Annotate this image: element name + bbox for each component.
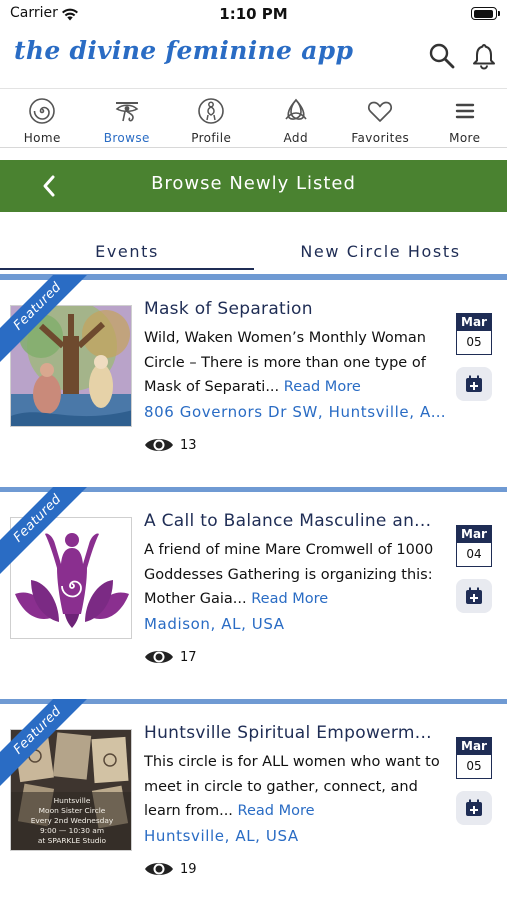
event-title[interactable]: Huntsville Spiritual Empowerm... [144,723,446,743]
event-card[interactable]: Featured Mask of Separation Wild, Waken … [0,275,507,487]
status-bar: Carrier 1:10 PM [0,0,507,28]
event-description: A friend of mine Mare Cromwell of 1000 G… [144,538,446,612]
views-count: 17 [180,650,197,665]
page-title: Browse Newly Listed [151,173,356,194]
add-to-calendar-button[interactable] [456,791,492,825]
add-to-calendar-button[interactable] [456,579,492,613]
event-description: Wild, Waken Women’s Monthly Woman Circle… [144,326,446,400]
nav-label-favorites: Favorites [351,131,410,145]
app-header: the divine feminine app [0,28,507,86]
nav-label-add: Add [283,131,308,145]
nav-home[interactable]: Home [0,89,85,147]
event-card[interactable]: Huntsville Moon Sister Circle Every 2nd … [0,699,507,900]
battery-icon [471,7,500,20]
date-month: Mar [456,525,492,543]
views-count: 19 [180,862,197,877]
thumbnail-caption-line: Moon Sister Circle [38,806,106,815]
search-icon[interactable] [428,42,456,70]
nav-more[interactable]: More [423,89,507,147]
app-title: the divine feminine app [14,36,354,65]
nav-label-profile: Profile [191,131,232,145]
nav-favorites[interactable]: Favorites [338,89,423,147]
read-more-link[interactable]: Read More [284,379,361,395]
add-to-calendar-button[interactable] [456,367,492,401]
date-badge: Mar 05 [456,313,492,355]
date-month: Mar [456,313,492,331]
read-more-link[interactable]: Read More [238,803,315,819]
nav-profile[interactable]: Profile [169,89,254,147]
date-badge: Mar 05 [456,737,492,779]
event-location[interactable]: Madison, AL, USA [144,615,446,633]
eye-icon [144,435,174,459]
nav-label-more: More [449,131,481,145]
views-count: 13 [180,438,197,453]
nav-label-home: Home [23,131,61,145]
eye-icon [144,859,174,883]
event-description: This circle is for ALL women who want to… [144,750,446,824]
bell-icon[interactable] [470,42,498,70]
thumbnail-caption-line: Huntsville [53,796,91,805]
date-day: 05 [456,755,492,779]
read-more-link[interactable]: Read More [251,591,328,607]
event-card[interactable]: Featured A Call to Balance Masculine an.… [0,487,507,699]
date-day: 05 [456,331,492,355]
thumbnail-caption-line: 9:00 — 10:30 am [39,826,105,835]
date-month: Mar [456,737,492,755]
page-title-bar: Browse Newly Listed [0,160,507,212]
event-location[interactable]: 806 Governors Dr SW, Huntsville, A... [144,403,446,421]
segment-tabs: Events New Circle Hosts [0,236,507,277]
thumbnail-caption-line: at SPARKLE Studio [37,836,107,845]
eye-icon [144,647,174,671]
nav-label-browse: Browse [103,131,150,145]
active-tab-underline [0,268,254,270]
nav-browse[interactable]: Browse [85,89,170,147]
thumbnail-caption-line: Every 2nd Wednesday [30,816,114,825]
date-day: 04 [456,543,492,567]
event-location[interactable]: Huntsville, AL, USA [144,827,446,845]
clock-time: 1:10 PM [219,5,288,23]
tab-navigation: Home Browse Profile Add Favorites More [0,88,507,148]
nav-add[interactable]: Add [254,89,339,147]
date-badge: Mar 04 [456,525,492,567]
tab-new-circle-hosts[interactable]: New Circle Hosts [254,242,507,261]
event-title[interactable]: A Call to Balance Masculine an... [144,511,446,531]
tab-events[interactable]: Events [0,242,254,261]
thumbnail-caption: Huntsville Moon Sister Circle Every 2nd … [11,796,131,846]
event-title[interactable]: Mask of Separation [144,299,446,319]
